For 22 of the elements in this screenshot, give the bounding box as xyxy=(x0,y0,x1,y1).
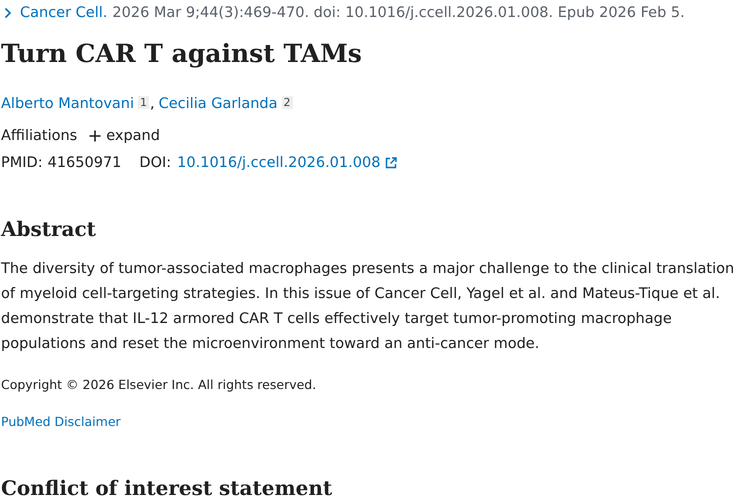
abstract-heading: Abstract xyxy=(1,217,97,241)
affiliation-number[interactable]: 2 xyxy=(282,96,293,109)
author-link[interactable]: Cecilia Garlanda xyxy=(158,96,278,112)
affiliation-number[interactable]: 1 xyxy=(138,96,150,109)
abstract-text: The diversity of tumor-associated macrophages presents a major challenge to the clinical translation of myeloid cell-targeting strategies. In this issue of Cancer Cell, Yagel et al. and Mateus-Tique et al. demonstrate that IL-12 armored CAR T cells effectively target tumor-promoting macrophage populations and reset the microenvironment toward an anti-cancer mode. xyxy=(1,260,736,354)
journal-link[interactable]: Cancer Cell. xyxy=(20,5,108,21)
doi-label: DOI: xyxy=(139,155,172,171)
expand-toggle[interactable]: expand xyxy=(85,128,160,144)
pmid-label: PMID: xyxy=(1,155,43,171)
disclaimer-link[interactable]: PubMed Disclaimer xyxy=(1,414,121,429)
plus-icon xyxy=(89,130,102,142)
copyright-text: Copyright © 2026 Elsevier Inc. All rights reserved. xyxy=(1,377,318,392)
conflict-heading: Conflict of interest statement xyxy=(1,476,334,500)
pmid-value: 41650971 xyxy=(48,155,122,171)
comma: , xyxy=(150,96,155,112)
article-title: Turn CAR T against TAMs xyxy=(1,39,363,68)
external-link-icon xyxy=(385,157,398,169)
citation-details: 2026 Mar 9;44(3):469-470. doi: 10.1016/j.ccell.2026.01.008. Epub 2026 Feb 5. xyxy=(112,5,685,21)
affiliations-label: Affiliations xyxy=(1,128,78,144)
doi-link[interactable]: 10.1016/j.ccell.2026.01.008 xyxy=(177,155,380,171)
chevron-right-icon xyxy=(4,7,12,19)
author-link[interactable]: Alberto Mantovani xyxy=(1,96,134,112)
